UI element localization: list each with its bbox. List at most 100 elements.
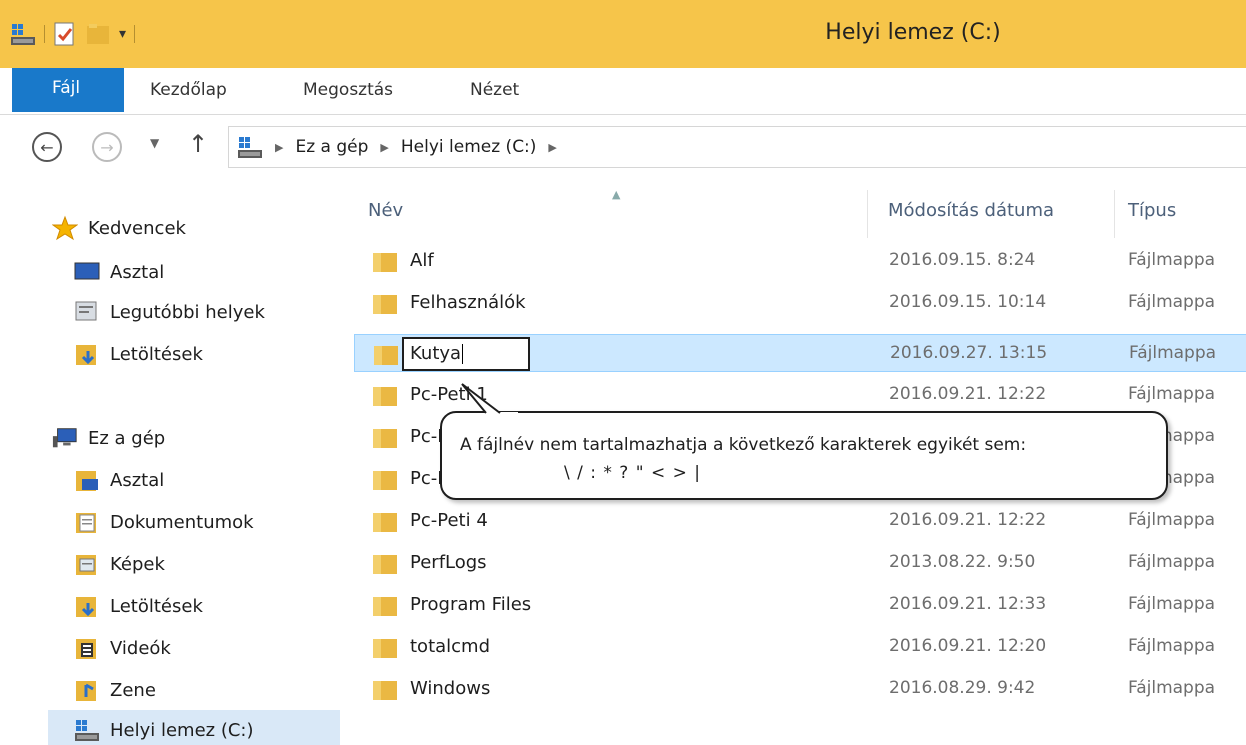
- star-icon: [52, 215, 78, 241]
- folder-icon: [373, 471, 397, 490]
- music-icon: [74, 677, 100, 703]
- file-type: Fájlmappa: [1128, 552, 1216, 572]
- tab-file[interactable]: Fájl: [12, 68, 124, 112]
- sidebar-label: Helyi lemez (C:): [110, 719, 254, 741]
- file-type: Fájlmappa: [1128, 510, 1216, 530]
- file-date: 2016.09.15. 10:14: [889, 292, 1047, 312]
- title-bar: ▾ Helyi lemez (C:): [0, 0, 1246, 68]
- sidebar-label: Ez a gép: [88, 427, 166, 449]
- tooltip-invalid-characters: \ / : * ? " < > |: [564, 463, 701, 483]
- breadcrumb-arrow-icon[interactable]: ▶: [548, 141, 556, 154]
- sidebar-label: Zene: [110, 679, 156, 701]
- file-name: Alf: [410, 250, 434, 271]
- window-title: Helyi lemez (C:): [825, 20, 1001, 45]
- table-row[interactable]: totalcmd 2016.09.21. 12:20 Fájlmappa: [354, 628, 1246, 666]
- recent-locations-dropdown[interactable]: ▼: [150, 136, 159, 150]
- file-date: 2016.09.15. 8:24: [889, 250, 1036, 270]
- sidebar-label: Asztal: [110, 261, 165, 283]
- column-divider[interactable]: [867, 190, 868, 238]
- file-type: Fájlmappa: [1128, 594, 1216, 614]
- file-date: 2016.09.21. 12:20: [889, 636, 1047, 656]
- column-header-type[interactable]: Típus: [1128, 200, 1176, 221]
- documents-icon: [74, 509, 100, 535]
- forward-button[interactable]: →: [92, 132, 122, 162]
- back-arrow-icon: ←: [40, 137, 54, 157]
- table-row-renaming[interactable]: Kutya 2016.09.27. 13:15 Fájlmappa: [354, 334, 1246, 372]
- rename-input-value: Kutya: [410, 343, 462, 364]
- breadcrumb-local-disk[interactable]: Helyi lemez (C:): [401, 137, 537, 157]
- up-button[interactable]: ↑: [188, 130, 208, 158]
- sidebar-item-desktop[interactable]: Asztal: [74, 252, 164, 292]
- address-bar[interactable]: ▶ Ez a gép ▶ Helyi lemez (C:) ▶: [228, 126, 1246, 168]
- sidebar-label: Asztal: [110, 469, 165, 491]
- breadcrumb-this-pc[interactable]: Ez a gép: [295, 137, 368, 157]
- table-row[interactable]: PerfLogs 2013.08.22. 9:50 Fájlmappa: [354, 544, 1246, 582]
- folder-icon: [373, 295, 397, 314]
- breadcrumb-arrow-icon[interactable]: ▶: [380, 141, 388, 154]
- sidebar-item-music[interactable]: Zene: [74, 670, 156, 710]
- sidebar-item-downloads[interactable]: Letöltések: [74, 334, 203, 374]
- folder-icon: [373, 387, 397, 406]
- navigation-pane: Kedvencek Asztal Legutóbbi helyek Letölt…: [0, 186, 340, 745]
- file-date: 2016.09.21. 12:22: [889, 384, 1047, 404]
- table-row[interactable]: Windows 2016.08.29. 9:42 Fájlmappa: [354, 670, 1246, 708]
- sidebar-label: Képek: [110, 553, 165, 575]
- breadcrumb-arrow-icon[interactable]: ▶: [275, 141, 283, 154]
- folder-icon: [373, 555, 397, 574]
- table-row[interactable]: Pc-Peti 4 2016.09.21. 12:22 Fájlmappa: [354, 502, 1246, 540]
- tab-home[interactable]: Kezdőlap: [150, 68, 227, 114]
- sidebar-favorites[interactable]: Kedvencek: [52, 208, 186, 248]
- sidebar-this-pc[interactable]: Ez a gép: [52, 418, 165, 458]
- sidebar-item-recent-places[interactable]: Legutóbbi helyek: [74, 292, 265, 332]
- file-date: 2016.09.21. 12:33: [889, 594, 1047, 614]
- file-name: Windows: [410, 678, 491, 699]
- navigation-bar: ← → ▼ ↑ ▶ Ez a gép ▶ Helyi lemez (C:) ▶: [0, 116, 1246, 186]
- file-name: Felhasználók: [410, 292, 526, 313]
- drive-icon: [238, 137, 262, 158]
- file-name: totalcmd: [410, 636, 491, 657]
- column-header-name[interactable]: Név: [368, 200, 403, 221]
- column-header-date[interactable]: Módosítás dátuma: [888, 200, 1054, 221]
- sidebar-item-local-disk[interactable]: Helyi lemez (C:): [48, 710, 340, 745]
- folder-icon: [373, 639, 397, 658]
- computer-icon: [52, 425, 78, 451]
- sidebar-label: Letöltések: [110, 343, 203, 365]
- sidebar-item-pc-downloads[interactable]: Letöltések: [74, 586, 203, 626]
- forward-arrow-icon: →: [100, 137, 114, 157]
- back-button[interactable]: ←: [32, 132, 62, 162]
- pictures-icon: [74, 551, 100, 577]
- table-row[interactable]: Program Files 2016.09.21. 12:33 Fájlmappa: [354, 586, 1246, 624]
- tooltip-message: A fájlnév nem tartalmazhatja a következő…: [460, 435, 1027, 455]
- column-divider[interactable]: [1114, 190, 1115, 238]
- sidebar-item-pc-desktop[interactable]: Asztal: [74, 460, 164, 500]
- file-type: Fájlmappa: [1128, 384, 1216, 404]
- desktop-icon: [74, 259, 100, 285]
- sidebar-item-pictures[interactable]: Képek: [74, 544, 165, 584]
- sidebar-label: Legutóbbi helyek: [110, 301, 265, 323]
- text-caret: [462, 344, 464, 364]
- sidebar-item-videos[interactable]: Videók: [74, 628, 171, 668]
- sidebar-item-documents[interactable]: Dokumentumok: [74, 502, 254, 542]
- folder-icon: [373, 513, 397, 532]
- table-row[interactable]: Felhasználók 2016.09.15. 10:14 Fájlmappa: [354, 284, 1246, 322]
- file-date: 2016.09.27. 13:15: [890, 343, 1048, 363]
- folder-icon: [373, 253, 397, 272]
- file-type: Fájlmappa: [1128, 636, 1216, 656]
- invalid-filename-tooltip: A fájlnév nem tartalmazhatja a következő…: [440, 411, 1168, 500]
- table-row[interactable]: Alf 2016.09.15. 8:24 Fájlmappa: [354, 242, 1246, 280]
- file-type: Fájlmappa: [1128, 292, 1216, 312]
- recent-places-icon: [74, 299, 100, 325]
- tab-view[interactable]: Nézet: [470, 68, 519, 114]
- tab-share[interactable]: Megosztás: [303, 68, 393, 114]
- tooltip-pointer: [461, 383, 518, 414]
- downloads-icon: [74, 593, 100, 619]
- sidebar-label: Kedvencek: [88, 217, 186, 239]
- file-name: PerfLogs: [410, 552, 487, 573]
- file-type: Fájlmappa: [1129, 343, 1217, 363]
- desktop-folder-icon: [74, 467, 100, 493]
- file-date: 2013.08.22. 9:50: [889, 552, 1036, 572]
- file-type: Fájlmappa: [1128, 250, 1216, 270]
- folder-icon: [373, 429, 397, 448]
- ribbon: Fájl Kezdőlap Megosztás Nézet: [0, 68, 1246, 115]
- rename-input[interactable]: Kutya: [402, 337, 530, 371]
